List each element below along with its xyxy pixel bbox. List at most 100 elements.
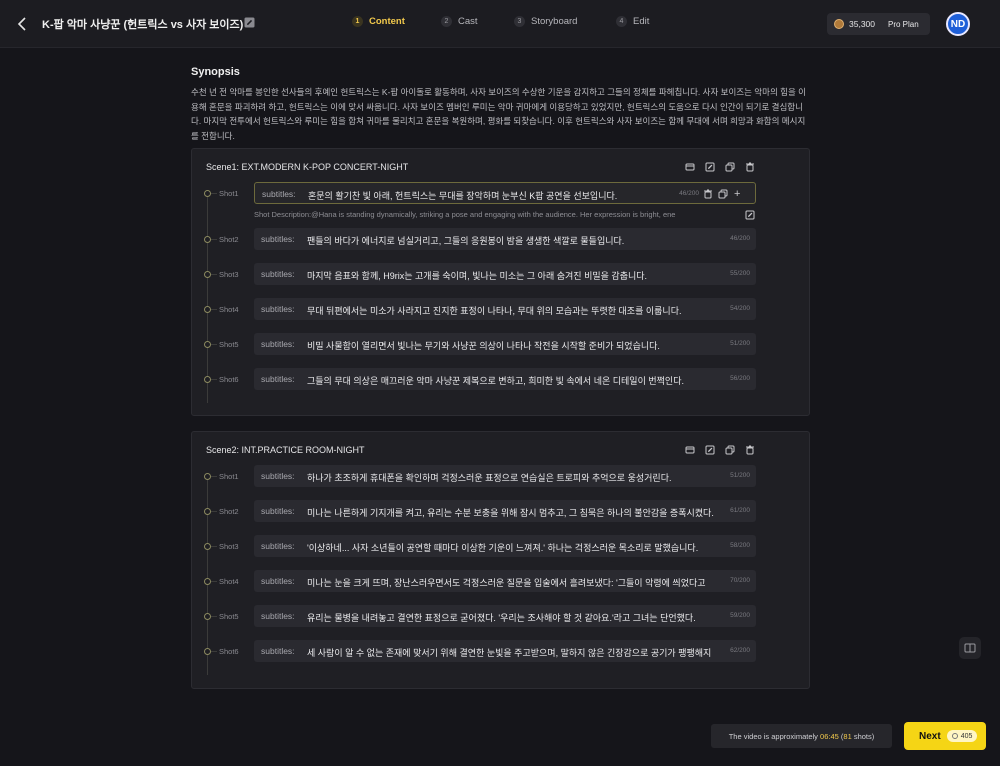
subtitles-label: subtitles: [261,646,295,656]
copy-icon[interactable] [725,445,735,455]
char-count: 59/200 [726,612,750,619]
delete-icon[interactable] [745,445,755,455]
char-count: 56/200 [726,375,750,382]
subtitle-field[interactable]: subtitles: 미나는 나른하게 기지개를 켜고, 유리는 수분 보충을 위… [254,500,756,522]
timeline-dot [204,270,211,278]
shot-label: Shot6 [219,647,239,656]
credits-badge[interactable]: 35,300 Pro Plan [827,13,930,35]
char-count: 51/200 [726,340,750,347]
subtitles-label: subtitles: [261,471,295,481]
subtitle-field[interactable]: subtitles: 무대 뒤편에서는 미소가 사라지고 진지한 표정이 나타나,… [254,298,756,320]
step-label: Storyboard [531,16,578,27]
timeline-dot [204,612,211,620]
subtitles-label: subtitles: [261,269,295,279]
char-count: 70/200 [726,577,750,584]
synopsis-title: Synopsis [191,66,240,78]
step-number: 3 [514,16,525,27]
timeline-dot [204,305,211,313]
shot-toolbar: + [703,188,749,200]
char-count: 54/200 [726,305,750,312]
timeline-connector [211,581,217,582]
subtitle-field[interactable]: subtitles: 하나가 초조하게 휴대폰을 확인하며 걱정스러운 표정으로 … [254,465,756,487]
shot-label: Shot3 [219,270,239,279]
subtitle-field[interactable]: subtitles: 팬들의 바다가 에너지로 넘실거리고, 그들의 응원봉이 밤… [254,228,756,250]
subtitles-label: subtitles: [261,541,295,551]
subtitle-text[interactable]: 팬들의 바다가 에너지로 넘실거리고, 그들의 응원봉이 밤을 생생한 색깔로 … [307,234,624,247]
storyboard-icon[interactable] [685,162,695,172]
subtitle-text[interactable]: '이상하네... 사자 소년들이 공연할 때마다 이상한 기운이 느껴져.' 하… [307,541,698,554]
project-title: K-팝 악마 사냥꾼 (헌트릭스 vs 사자 보이즈) [42,19,244,31]
edit-title-icon[interactable] [244,17,255,28]
char-count: 46/200 [675,190,699,197]
avatar[interactable]: ND [946,12,970,36]
subtitle-field[interactable]: subtitles: 세 사람이 알 수 없는 존재에 맞서기 위해 결연한 눈빛… [254,640,756,662]
copy-icon[interactable] [725,162,735,172]
subtitles-label: subtitles: [261,234,295,244]
add-icon[interactable]: + [734,188,740,200]
timeline-connector [211,193,217,194]
next-label: Next [919,730,941,742]
edit-description-icon[interactable] [745,210,755,220]
next-button[interactable]: Next 405 [904,722,986,750]
edit-icon[interactable] [705,445,715,455]
subtitle-field[interactable]: subtitles: 그들의 무대 의상은 매끄러운 악마 사냥꾼 제복으로 변하… [254,368,756,390]
subtitle-text[interactable]: 무대 뒤편에서는 미소가 사라지고 진지한 표정이 나타나, 무대 위의 모습과… [307,304,682,317]
subtitle-text[interactable]: 혼문의 활기찬 빛 아래, 헌트릭스는 무대를 장악하며 눈부신 K팝 공연을 … [308,189,617,202]
step-label: Content [369,16,405,27]
shot-label: Shot2 [219,235,239,244]
timeline-connector [211,651,217,652]
subtitle-field[interactable]: subtitles: 마지막 음표와 함께, H9rix는 고개를 숙이며, 빛나… [254,263,756,285]
scene-card: Scene2: INT.PRACTICE ROOM-NIGHT Shot1 subt… [191,431,810,689]
subtitle-field[interactable]: subtitles: '이상하네... 사자 소년들이 공연할 때마다 이상한 기… [254,535,756,557]
subtitle-field[interactable]: subtitles: 혼문의 활기찬 빛 아래, 헌트릭스는 무대를 장악하며 눈… [254,182,756,204]
subtitle-field[interactable]: subtitles: 유리는 물병을 내려놓고 결연한 표정으로 굳어졌다. '우… [254,605,756,627]
scene-title[interactable]: Scene1: EXT.MODERN K-POP CONCERT-NIGHT [206,162,408,172]
shot-label: Shot5 [219,612,239,621]
subtitle-field[interactable]: subtitles: 비밀 사물함이 열리면서 빛나는 무기와 사냥꾼 의상이 나… [254,333,756,355]
shot-label: Shot5 [219,340,239,349]
subtitle-field[interactable]: subtitles: 미나는 눈을 크게 뜨며, 장난스러우면서도 걱정스러운 질… [254,570,756,592]
synopsis-text[interactable]: 수천 년 전 악마를 봉인한 선사들의 후예인 헌트릭스는 K-팝 아이돌로 활… [191,85,811,143]
credits-amount: 35,300 [849,19,875,29]
scene-title[interactable]: Scene2: INT.PRACTICE ROOM-NIGHT [206,445,365,455]
timeline-dot [204,235,211,243]
shot-description[interactable]: Shot Description:@Hana is standing dynam… [254,210,752,219]
subtitle-text[interactable]: 하나가 초조하게 휴대폰을 확인하며 걱정스러운 표정으로 연습실은 트로피와 … [307,471,672,484]
shot-label: Shot2 [219,507,239,516]
step-label: Edit [633,16,650,27]
copy-icon[interactable] [718,189,728,201]
timeline-dot [204,647,211,655]
subtitles-label: subtitles: [262,189,296,199]
timeline-connector [211,239,217,240]
timeline-connector [211,476,217,477]
char-count: 62/200 [726,647,750,654]
layout-toggle-button[interactable] [959,637,981,659]
shot-label: Shot3 [219,542,239,551]
delete-icon[interactable] [703,189,713,201]
step-cast[interactable]: 2 Cast [441,16,478,27]
back-arrow-icon[interactable] [16,15,30,33]
char-count: 51/200 [726,472,750,479]
subtitle-text[interactable]: 마지막 음표와 함께, H9rix는 고개를 숙이며, 빛나는 미소는 그 아래… [307,269,647,282]
subtitles-label: subtitles: [261,611,295,621]
shot-label: Shot6 [219,375,239,384]
top-bar: K-팝 악마 사냥꾼 (헌트릭스 vs 사자 보이즈) 1 Content 2 Ca… [0,0,1000,48]
step-number: 4 [616,16,627,27]
timeline-connector [211,274,217,275]
subtitle-text[interactable]: 그들의 무대 의상은 매끄러운 악마 사냥꾼 제복으로 변하고, 희미한 빛 속… [307,374,684,387]
storyboard-icon[interactable] [685,445,695,455]
video-duration-status: The video is approximately 06:45 (81 sho… [711,724,892,748]
subtitle-text[interactable]: 유리는 물병을 내려놓고 결연한 표정으로 굳어졌다. '우리는 조사해야 할 … [307,611,696,624]
subtitle-text[interactable]: 비밀 사물함이 열리면서 빛나는 무기와 사냥꾼 의상이 나타나 작전을 시작할… [307,339,660,352]
subtitle-text[interactable]: 미나는 나른하게 기지개를 켜고, 유리는 수분 보충을 위해 잠시 멈추고, … [307,506,714,519]
step-storyboard[interactable]: 3 Storyboard [514,16,577,27]
shots-count: 81 [843,731,852,741]
step-edit[interactable]: 4 Edit [616,16,649,27]
step-content[interactable]: 1 Content [352,16,405,27]
delete-icon[interactable] [745,162,755,172]
subtitle-text[interactable]: 세 사람이 알 수 없는 존재에 맞서기 위해 결연한 눈빛을 주고받으며, 말… [307,646,711,659]
step-number: 2 [441,16,452,27]
timeline-connector [211,379,217,380]
subtitle-text[interactable]: 미나는 눈을 크게 뜨며, 장난스러우면서도 걱정스러운 질문을 입술에서 흘려… [307,576,706,589]
edit-icon[interactable] [705,162,715,172]
